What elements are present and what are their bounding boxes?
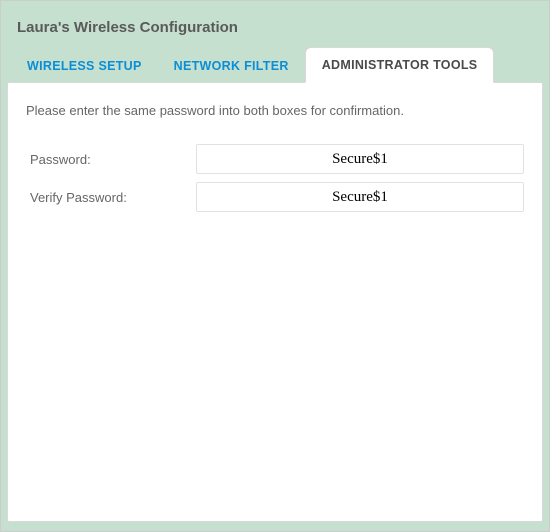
- window-frame: Laura's Wireless Configuration WIRELESS …: [0, 0, 550, 532]
- header: Laura's Wireless Configuration: [5, 5, 545, 46]
- page-title: Laura's Wireless Configuration: [17, 19, 533, 36]
- verify-password-label: Verify Password:: [26, 190, 196, 205]
- verify-password-row: Verify Password:: [26, 182, 524, 212]
- tab-administrator-tools[interactable]: ADMINISTRATOR TOOLS: [305, 47, 495, 83]
- tab-bar: WIRELESS SETUP NETWORK FILTER ADMINISTRA…: [5, 46, 545, 82]
- password-row: Password:: [26, 144, 524, 174]
- password-input[interactable]: [196, 144, 524, 174]
- content-panel: Please enter the same password into both…: [7, 82, 543, 522]
- password-label: Password:: [26, 152, 196, 167]
- tab-wireless-setup[interactable]: WIRELESS SETUP: [11, 49, 158, 83]
- verify-password-input[interactable]: [196, 182, 524, 212]
- tab-network-filter[interactable]: NETWORK FILTER: [158, 49, 305, 83]
- instruction-text: Please enter the same password into both…: [26, 103, 524, 118]
